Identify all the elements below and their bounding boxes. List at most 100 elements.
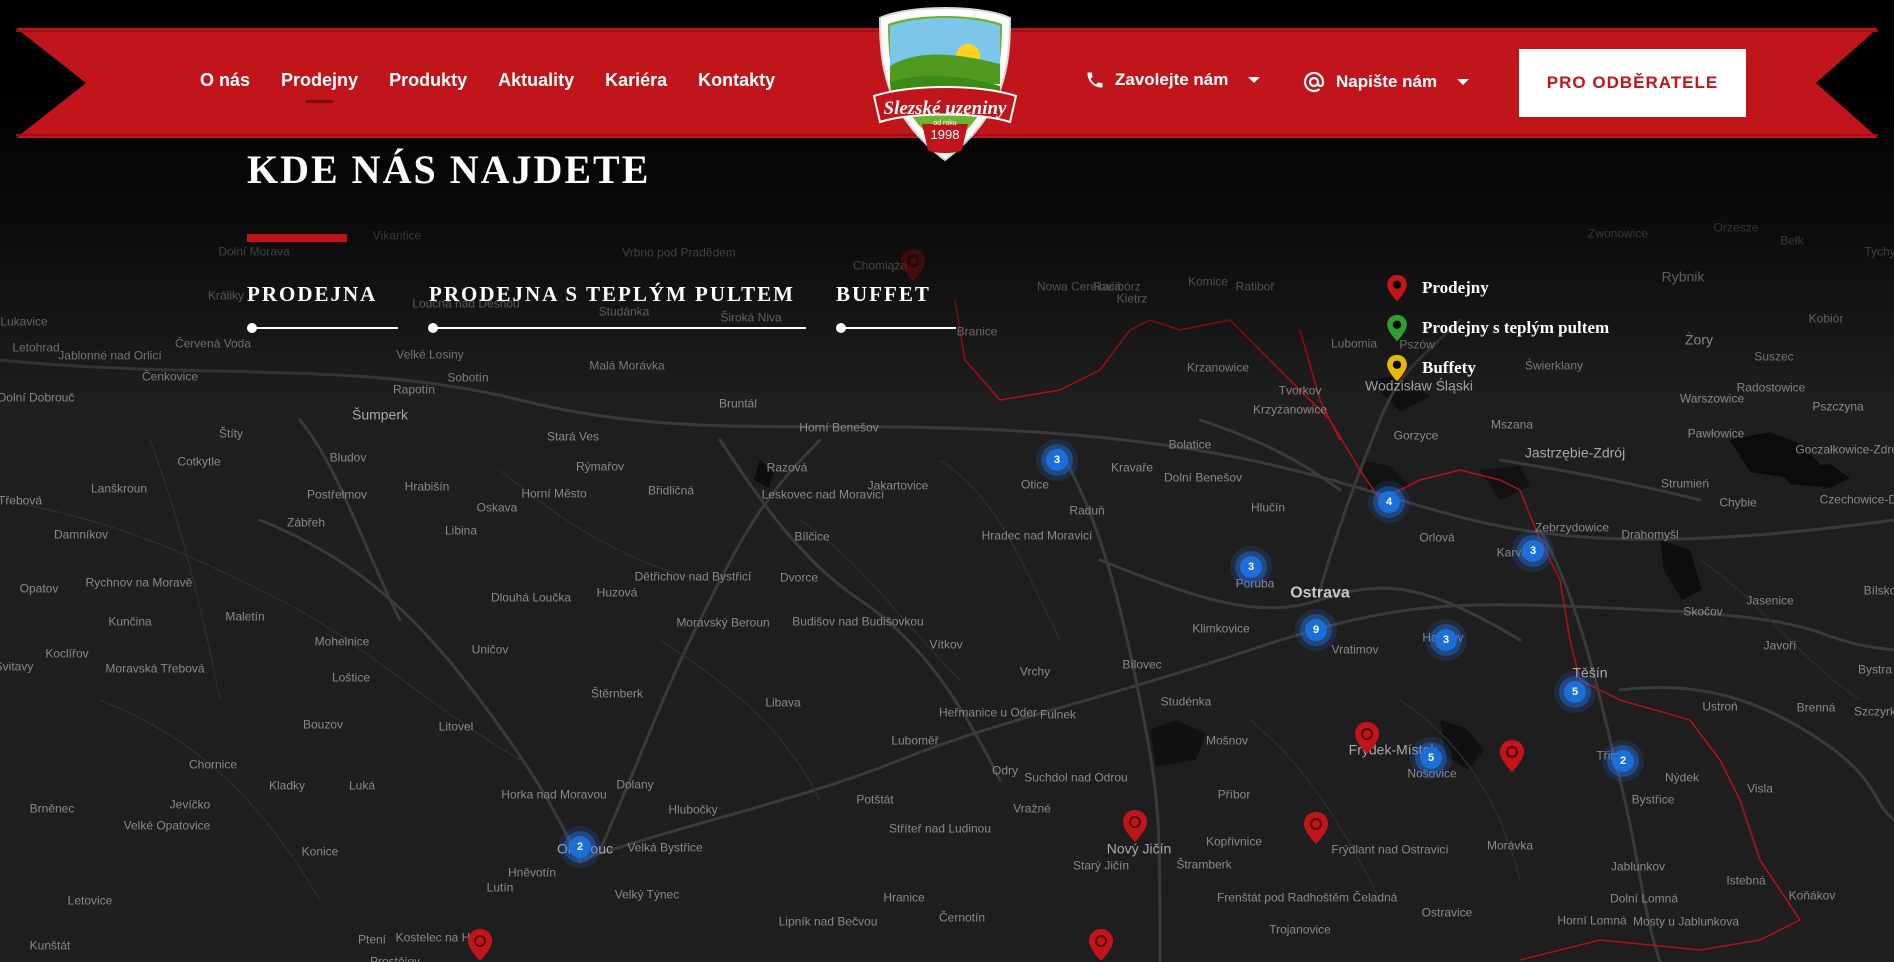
town-label: Skočov bbox=[1683, 604, 1723, 619]
town-label: Dětřichov nad Bystřicí bbox=[634, 569, 752, 584]
call-us-label: Zavolejte nám bbox=[1115, 70, 1229, 89]
town-label: Třebová bbox=[0, 493, 43, 508]
store-cluster[interactable]: 3 bbox=[1046, 449, 1068, 471]
town-label: Čeladná bbox=[1352, 890, 1398, 905]
nav-aktuality[interactable]: Aktuality bbox=[498, 70, 574, 91]
town-label: Trojanovice bbox=[1269, 922, 1331, 937]
store-cluster[interactable]: 9 bbox=[1305, 619, 1327, 641]
town-label: Štramberk bbox=[1176, 857, 1232, 872]
legend-item: Prodejny bbox=[1386, 268, 1609, 308]
town-label: Velká Bystřice bbox=[627, 840, 703, 855]
town-label: Klimkovice bbox=[1192, 621, 1250, 636]
town-label: Frýdlant nad Ostravicí bbox=[1331, 842, 1449, 857]
town-label: Ostrava bbox=[1290, 584, 1350, 602]
town-label: Červená Voda bbox=[174, 336, 252, 351]
town-label: Vrchy bbox=[1019, 664, 1051, 679]
nav-produkty[interactable]: Produkty bbox=[389, 70, 467, 91]
town-label: Visla bbox=[1747, 781, 1773, 796]
town-label: Velké Losiny bbox=[396, 347, 464, 362]
town-label: Bystra bbox=[1857, 662, 1893, 677]
town-label: Jevíčko bbox=[169, 797, 211, 812]
town-label: Letohrad bbox=[12, 340, 60, 355]
town-label: Chornice bbox=[188, 757, 238, 772]
title-underline bbox=[247, 234, 347, 242]
town-label: Jasenice bbox=[1746, 593, 1794, 608]
town-label: Šumperk bbox=[351, 406, 409, 423]
town-label: Vražné bbox=[1013, 801, 1051, 816]
town-label: Štěrnberk bbox=[590, 686, 644, 701]
legend-label: Prodejny bbox=[1422, 278, 1489, 297]
town-label: Jablunkov bbox=[1610, 859, 1666, 874]
pro-odberatele-button[interactable]: PRO ODBĚRATELE bbox=[1519, 49, 1746, 117]
town-label: Javoří bbox=[1763, 638, 1797, 653]
store-cluster[interactable]: 3 bbox=[1522, 540, 1544, 562]
store-pin[interactable] bbox=[1354, 721, 1380, 755]
legend-item: Buffety bbox=[1386, 348, 1609, 388]
town-label: Černotín bbox=[938, 910, 986, 925]
town-label: Kladky bbox=[268, 778, 306, 793]
town-label: Dolní Morava bbox=[218, 244, 290, 259]
write-us-dropdown[interactable]: Napište nám bbox=[1302, 70, 1470, 94]
nav-prodejny[interactable]: Prodejny bbox=[281, 70, 358, 103]
tab-prodejna[interactable]: PRODEJNA bbox=[247, 282, 377, 307]
town-label: Kunčina bbox=[108, 614, 152, 629]
legend-label: Buffety bbox=[1422, 358, 1476, 377]
town-label: Prostějov bbox=[369, 954, 421, 962]
store-pin[interactable] bbox=[1303, 811, 1329, 845]
store-pin[interactable] bbox=[1122, 809, 1148, 843]
call-us-dropdown[interactable]: Zavolejte nám bbox=[1085, 70, 1261, 90]
town-label: Ostravice bbox=[1421, 905, 1473, 920]
town-label: Luboměř bbox=[891, 733, 939, 748]
town-label: Budišov nad Budišovkou bbox=[792, 614, 924, 629]
town-label: Luká bbox=[348, 778, 376, 793]
town-label: Koňákov bbox=[1788, 888, 1836, 903]
store-pin[interactable] bbox=[1088, 928, 1114, 962]
town-label: Libava bbox=[765, 695, 801, 710]
town-label: Horka nad Moravou bbox=[501, 787, 607, 802]
town-label: Dvorce bbox=[779, 570, 819, 585]
town-label: Bouzov bbox=[302, 717, 344, 732]
tab-prodejna-s-teplym-pultem[interactable]: PRODEJNA S TEPLÝM PULTEM bbox=[429, 282, 795, 307]
town-label: Kopřivnice bbox=[1205, 834, 1263, 849]
town-label: Hlučín bbox=[1250, 500, 1286, 515]
chevron-down-icon bbox=[1248, 77, 1261, 83]
tab-buffet-line bbox=[840, 327, 956, 329]
nav-kontakty[interactable]: Kontakty bbox=[698, 70, 775, 91]
store-cluster[interactable]: 5 bbox=[1420, 747, 1442, 769]
store-cluster[interactable]: 2 bbox=[1612, 750, 1634, 772]
town-label: Frenštát pod Radhoštěm bbox=[1216, 890, 1350, 905]
nav-o-nas[interactable]: O nás bbox=[200, 70, 250, 91]
brand-logo[interactable]: Slezské uzeniny od roku 1998 bbox=[870, 4, 1020, 164]
store-pin[interactable] bbox=[467, 928, 493, 962]
store-cluster[interactable]: 3 bbox=[1240, 556, 1262, 578]
map-legend: Prodejny Prodejny s teplým pultem Buffet… bbox=[1386, 268, 1609, 388]
town-label: Zwonowice bbox=[1587, 226, 1649, 241]
town-label: Opatov bbox=[19, 581, 59, 596]
store-cluster[interactable]: 4 bbox=[1378, 491, 1400, 513]
store-cluster[interactable]: 3 bbox=[1435, 629, 1457, 651]
town-label: Hněvotín bbox=[507, 865, 557, 880]
town-label: Břidličná bbox=[647, 483, 695, 498]
town-label: Nový Jičín bbox=[1106, 840, 1172, 857]
town-label: Kietrz bbox=[1116, 291, 1148, 306]
store-pin[interactable] bbox=[900, 248, 926, 282]
town-label: Drahomyšl bbox=[1621, 527, 1679, 542]
town-label: Dolní Lomná bbox=[1609, 891, 1679, 906]
store-pin[interactable] bbox=[1499, 739, 1525, 773]
town-label: Leskovec nad Moravicí bbox=[761, 487, 885, 502]
town-label: Mosty u Jablunkova bbox=[1632, 914, 1740, 929]
town-label: Bełk bbox=[1780, 233, 1804, 248]
nav-kariera[interactable]: Kariéra bbox=[605, 70, 667, 91]
tab-buffet[interactable]: BUFFET bbox=[836, 282, 931, 307]
town-label: Horní Lomná bbox=[1557, 913, 1627, 928]
town-label: Malá Morávka bbox=[589, 358, 665, 373]
town-label: Rybnik bbox=[1661, 268, 1705, 285]
store-cluster[interactable]: 5 bbox=[1564, 681, 1586, 703]
town-label: Tychy bbox=[1864, 244, 1894, 259]
town-label: Velký Týnec bbox=[614, 887, 680, 902]
town-label: Strumień bbox=[1660, 476, 1710, 491]
at-icon bbox=[1303, 71, 1325, 93]
town-label: Dlouhá Loučka bbox=[490, 590, 572, 605]
store-cluster[interactable]: 2 bbox=[569, 836, 591, 858]
town-label: Těšín bbox=[1572, 664, 1608, 681]
